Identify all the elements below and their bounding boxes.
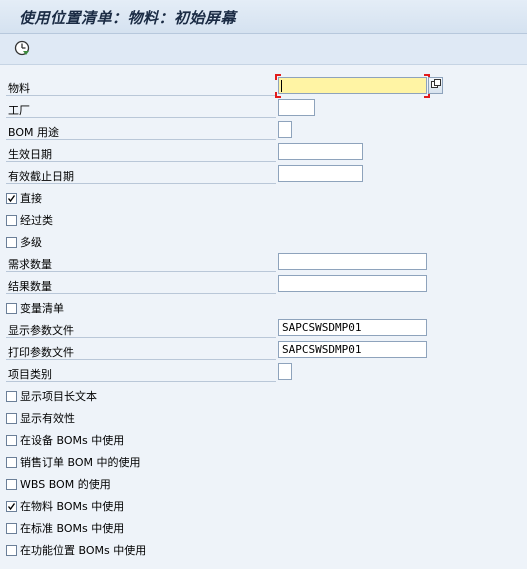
row-via-class: 经过类: [0, 208, 527, 230]
label-underline: [6, 139, 276, 140]
checkbox-box: [6, 214, 17, 226]
checkbox-box: [6, 434, 17, 446]
equipment-bom-checkbox[interactable]: 在设备 BOMs 中使用: [6, 432, 124, 448]
result-qty-label: 结果数量: [8, 280, 52, 293]
row-long-text: 显示项目长文本: [0, 384, 527, 406]
label-underline: [6, 359, 276, 360]
label-underline: [6, 183, 276, 184]
checkbox-box: [6, 302, 17, 314]
equipment-bom-label: 在设备 BOMs 中使用: [20, 434, 125, 447]
checkbox-box: [6, 390, 17, 402]
row-item-category: 项目类别: [0, 362, 527, 384]
execute-clock-icon: [14, 40, 30, 59]
display-profile-label: 显示参数文件: [8, 324, 74, 337]
label-underline: [6, 95, 276, 96]
search-help-button[interactable]: [428, 77, 443, 94]
material-input[interactable]: [278, 77, 427, 94]
label-underline: [6, 337, 276, 338]
item-category-input[interactable]: [278, 363, 292, 380]
valid-from-input[interactable]: [278, 143, 363, 160]
execute-button[interactable]: [12, 39, 32, 59]
row-multilevel: 多级: [0, 230, 527, 252]
direct-label: 直接: [20, 192, 42, 205]
checkbox-box: [6, 478, 17, 490]
row-bom-usage: BOM 用途: [0, 120, 527, 142]
row-equipment-bom: 在设备 BOMs 中使用: [0, 428, 527, 450]
label-underline: [6, 381, 276, 382]
standard-bom-label: 在标准 BOMs 中使用: [20, 522, 125, 535]
show-validity-label: 显示有效性: [20, 412, 75, 425]
row-functional-location-bom: 在功能位置 BOMs 中使用: [0, 538, 527, 560]
checkbox-box: [6, 192, 17, 204]
plant-label: 工厂: [8, 104, 30, 117]
variant-checkbox[interactable]: 变量清单: [6, 300, 64, 316]
direct-checkbox[interactable]: 直接: [6, 190, 42, 206]
row-print-profile: 打印参数文件 SAPCSWSDMP01: [0, 340, 527, 362]
valid-to-label: 有效截止日期: [8, 170, 74, 183]
material-bom-label: 在物料 BOMs 中使用: [20, 500, 125, 513]
text-cursor: [281, 80, 282, 92]
row-result-qty: 结果数量: [0, 274, 527, 296]
row-display-profile: 显示参数文件 SAPCSWSDMP01: [0, 318, 527, 340]
required-qty-label: 需求数量: [8, 258, 52, 271]
label-underline: [6, 271, 276, 272]
result-qty-input[interactable]: [278, 275, 427, 292]
row-direct: 直接: [0, 186, 527, 208]
variant-label: 变量清单: [20, 302, 64, 315]
plant-input[interactable]: [278, 99, 315, 116]
show-validity-checkbox[interactable]: 显示有效性: [6, 410, 75, 426]
label-underline: [6, 293, 276, 294]
checkbox-box: [6, 544, 17, 556]
sales-order-bom-checkbox[interactable]: 销售订单 BOM 中的使用: [6, 454, 141, 470]
multilevel-checkbox[interactable]: 多级: [6, 234, 42, 250]
bom-usage-input[interactable]: [278, 121, 292, 138]
row-material: 物料: [0, 74, 527, 98]
checkbox-box: [6, 412, 17, 424]
row-valid-from: 生效日期: [0, 142, 527, 164]
row-wbs-bom: WBS BOM 的使用: [0, 472, 527, 494]
application-toolbar: [0, 34, 527, 64]
sales-order-bom-label: 销售订单 BOM 中的使用: [20, 456, 141, 469]
long-text-label: 显示项目长文本: [20, 390, 97, 403]
row-valid-to: 有效截止日期: [0, 164, 527, 186]
title-bar: 使用位置清单：物料：初始屏幕: [0, 0, 527, 34]
label-underline: [6, 117, 276, 118]
valid-from-label: 生效日期: [8, 148, 52, 161]
print-profile-label: 打印参数文件: [8, 346, 74, 359]
via-class-checkbox[interactable]: 经过类: [6, 212, 53, 228]
copy-icon: [430, 79, 441, 92]
row-show-validity: 显示有效性: [0, 406, 527, 428]
focus-corner: [275, 74, 281, 80]
checkbox-box: [6, 236, 17, 248]
functional-location-bom-checkbox[interactable]: 在功能位置 BOMs 中使用: [6, 542, 146, 558]
standard-bom-checkbox[interactable]: 在标准 BOMs 中使用: [6, 520, 124, 536]
material-bom-checkbox[interactable]: 在物料 BOMs 中使用: [6, 498, 124, 514]
display-profile-input[interactable]: SAPCSWSDMP01: [278, 319, 427, 336]
long-text-checkbox[interactable]: 显示项目长文本: [6, 388, 97, 404]
wbs-bom-label: WBS BOM 的使用: [20, 478, 111, 491]
row-required-qty: 需求数量: [0, 252, 527, 274]
row-sales-order-bom: 销售订单 BOM 中的使用: [0, 450, 527, 472]
row-standard-bom: 在标准 BOMs 中使用: [0, 516, 527, 538]
bom-usage-label: BOM 用途: [8, 126, 59, 139]
via-class-label: 经过类: [20, 214, 53, 227]
functional-location-bom-label: 在功能位置 BOMs 中使用: [20, 544, 147, 557]
checkbox-box: [6, 500, 17, 512]
valid-to-input[interactable]: [278, 165, 363, 182]
checkbox-box: [6, 522, 17, 534]
wbs-bom-checkbox[interactable]: WBS BOM 的使用: [6, 476, 111, 492]
material-label: 物料: [8, 82, 30, 95]
print-profile-input[interactable]: SAPCSWSDMP01: [278, 341, 427, 358]
multilevel-label: 多级: [20, 236, 42, 249]
required-qty-input[interactable]: [278, 253, 427, 270]
row-variant: 变量清单: [0, 296, 527, 318]
checkbox-box: [6, 456, 17, 468]
label-underline: [6, 161, 276, 162]
row-plant: 工厂: [0, 98, 527, 120]
selection-form: 物料 工厂 BOM 用途 生效日期 有效截止日期 直接 经过类 多级 需求数量 …: [0, 64, 527, 569]
row-material-bom: 在物料 BOMs 中使用: [0, 494, 527, 516]
page-title: 使用位置清单：物料：初始屏幕: [19, 9, 237, 27]
item-category-label: 项目类别: [8, 368, 52, 381]
